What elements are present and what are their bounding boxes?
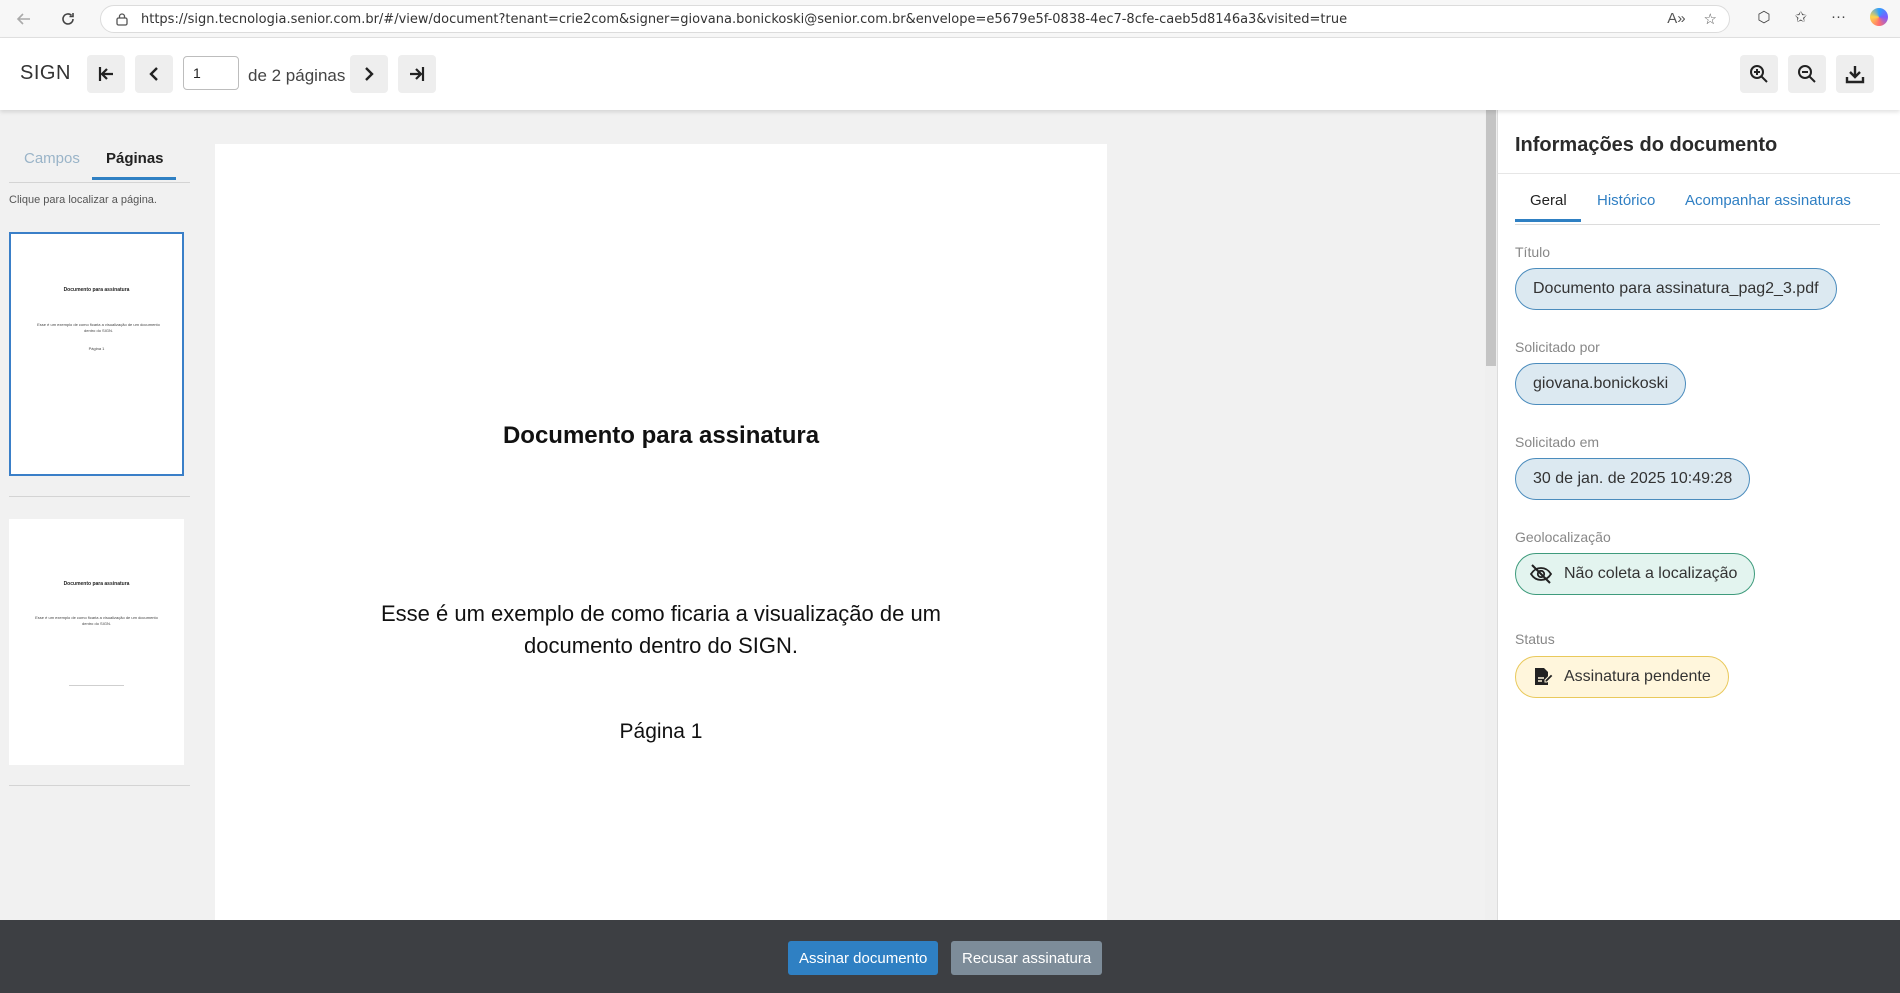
requester-value: giovana.bonickoski xyxy=(1533,375,1669,392)
more-menu-icon[interactable]: ··· xyxy=(1831,8,1846,26)
location-off-icon xyxy=(1529,564,1553,584)
zoom-out-button[interactable] xyxy=(1788,55,1826,93)
geolocation-pill: Não coleta a localização xyxy=(1515,553,1756,595)
thumbnail-page-label: Página 1 xyxy=(88,346,105,351)
pages-hint: Clique para localizar a página. xyxy=(9,194,157,206)
document-info-panel: Informações do documento Geral Histórico… xyxy=(1497,110,1900,920)
tab-geral[interactable]: Geral xyxy=(1530,192,1567,209)
last-page-icon xyxy=(410,67,425,81)
thumbnail-divider xyxy=(9,785,190,786)
info-panel-title: Informações do documento xyxy=(1515,134,1778,156)
favorite-star-icon[interactable]: ☆ xyxy=(1704,10,1717,28)
document-viewer[interactable]: Documento para assinatura Esse é um exem… xyxy=(215,110,1485,944)
requested-date-pill: 30 de jan. de 2025 10:49:28 xyxy=(1515,458,1751,500)
download-icon xyxy=(1845,66,1865,84)
signature-pending-icon xyxy=(1535,668,1554,685)
info-title-divider xyxy=(1498,173,1900,174)
back-arrow-icon[interactable] xyxy=(12,7,36,31)
active-tab-indicator xyxy=(1515,219,1581,222)
action-footer: Assinar documento Recusar assinatura xyxy=(0,920,1900,993)
thumbnail-title: Documento para assinatura xyxy=(63,287,130,293)
app-name: SIGN xyxy=(20,62,71,84)
last-page-button[interactable] xyxy=(398,55,436,93)
browser-toolbar: https://sign.tecnologia.senior.com.br/#/… xyxy=(0,0,1900,38)
site-info-icon[interactable] xyxy=(115,12,129,26)
geolocation-value: Não coleta a localização xyxy=(1564,565,1738,582)
field-label-status: Status xyxy=(1515,631,1555,647)
scrollbar-thumb[interactable] xyxy=(1486,110,1496,366)
tab-campos[interactable]: Campos xyxy=(24,150,80,167)
document-body: Esse é um exemplo de como ficaria a visu… xyxy=(380,601,942,658)
download-button[interactable] xyxy=(1836,55,1874,93)
first-page-icon xyxy=(98,67,113,81)
field-label-titulo: Título xyxy=(1515,244,1551,260)
page-thumbnail-1[interactable]: Documento para assinatura Esse é um exem… xyxy=(9,232,184,476)
document-page: Documento para assinatura Esse é um exem… xyxy=(215,144,1107,944)
active-tab-indicator xyxy=(92,177,176,180)
zoom-out-icon xyxy=(1798,65,1816,83)
document-page-label: Página 1 xyxy=(619,720,703,743)
document-title-pill: Documento para assinatura_pag2_3.pdf xyxy=(1515,268,1837,310)
thumbnail-body: Esse é um exemplo de como ficaria a visu… xyxy=(35,615,158,626)
thumbnail-title: Documento para assinatura xyxy=(63,581,130,587)
status-value: Assinatura pendente xyxy=(1564,668,1711,685)
page-count-label: de 2 páginas xyxy=(248,66,346,85)
left-sidebar: Campos Páginas Clique para localizar a p… xyxy=(0,110,215,920)
thumbnail-rule xyxy=(69,685,124,686)
refresh-icon[interactable] xyxy=(56,7,80,31)
document-title-value: Documento para assinatura_pag2_3.pdf xyxy=(1533,280,1819,297)
document-title: Documento para assinatura xyxy=(502,422,820,449)
next-page-button[interactable] xyxy=(350,55,388,93)
copilot-icon[interactable] xyxy=(1870,8,1888,26)
field-label-geolocalizacao: Geolocalização xyxy=(1515,529,1611,545)
sign-document-button[interactable]: Assinar documento xyxy=(788,941,939,975)
zoom-in-button[interactable] xyxy=(1740,55,1778,93)
tab-paginas[interactable]: Páginas xyxy=(106,150,164,167)
field-label-solicitado-por: Solicitado por xyxy=(1515,339,1600,355)
page-thumbnail-2[interactable]: Documento para assinatura Esse é um exem… xyxy=(9,519,184,765)
viewer-scrollbar[interactable] xyxy=(1485,110,1497,920)
field-label-solicitado-em: Solicitado em xyxy=(1515,434,1600,450)
tabs-divider xyxy=(9,182,190,183)
chevron-right-icon xyxy=(365,67,374,81)
thumbnail-body: Esse é um exemplo de como ficaria a visu… xyxy=(37,322,160,333)
address-bar[interactable]: https://sign.tecnologia.senior.com.br/#/… xyxy=(100,5,1730,33)
tab-historico[interactable]: Histórico xyxy=(1597,192,1655,209)
refuse-signature-button[interactable]: Recusar assinatura xyxy=(951,941,1103,975)
thumbnail-divider xyxy=(9,496,190,497)
tabs-divider xyxy=(1515,224,1880,225)
status-badge: Assinatura pendente xyxy=(1515,656,1729,698)
first-page-button[interactable] xyxy=(87,55,125,93)
address-url[interactable]: https://sign.tecnologia.senior.com.br/#/… xyxy=(141,12,1347,27)
requested-date-value: 30 de jan. de 2025 10:49:28 xyxy=(1533,470,1733,487)
requester-pill: giovana.bonickoski xyxy=(1515,363,1687,405)
favorites-icon[interactable]: ✩ xyxy=(1794,8,1807,26)
previous-page-button[interactable] xyxy=(135,55,173,93)
tab-acompanhar-assinaturas[interactable]: Acompanhar assinaturas xyxy=(1685,192,1851,209)
chevron-left-icon xyxy=(149,67,158,81)
page-number-input[interactable] xyxy=(183,56,239,90)
zoom-in-icon xyxy=(1750,65,1768,83)
read-aloud-icon[interactable]: A» xyxy=(1667,10,1685,28)
extensions-icon[interactable]: ⬡ xyxy=(1757,8,1770,26)
app-toolbar: SIGN de 2 páginas xyxy=(0,38,1900,110)
